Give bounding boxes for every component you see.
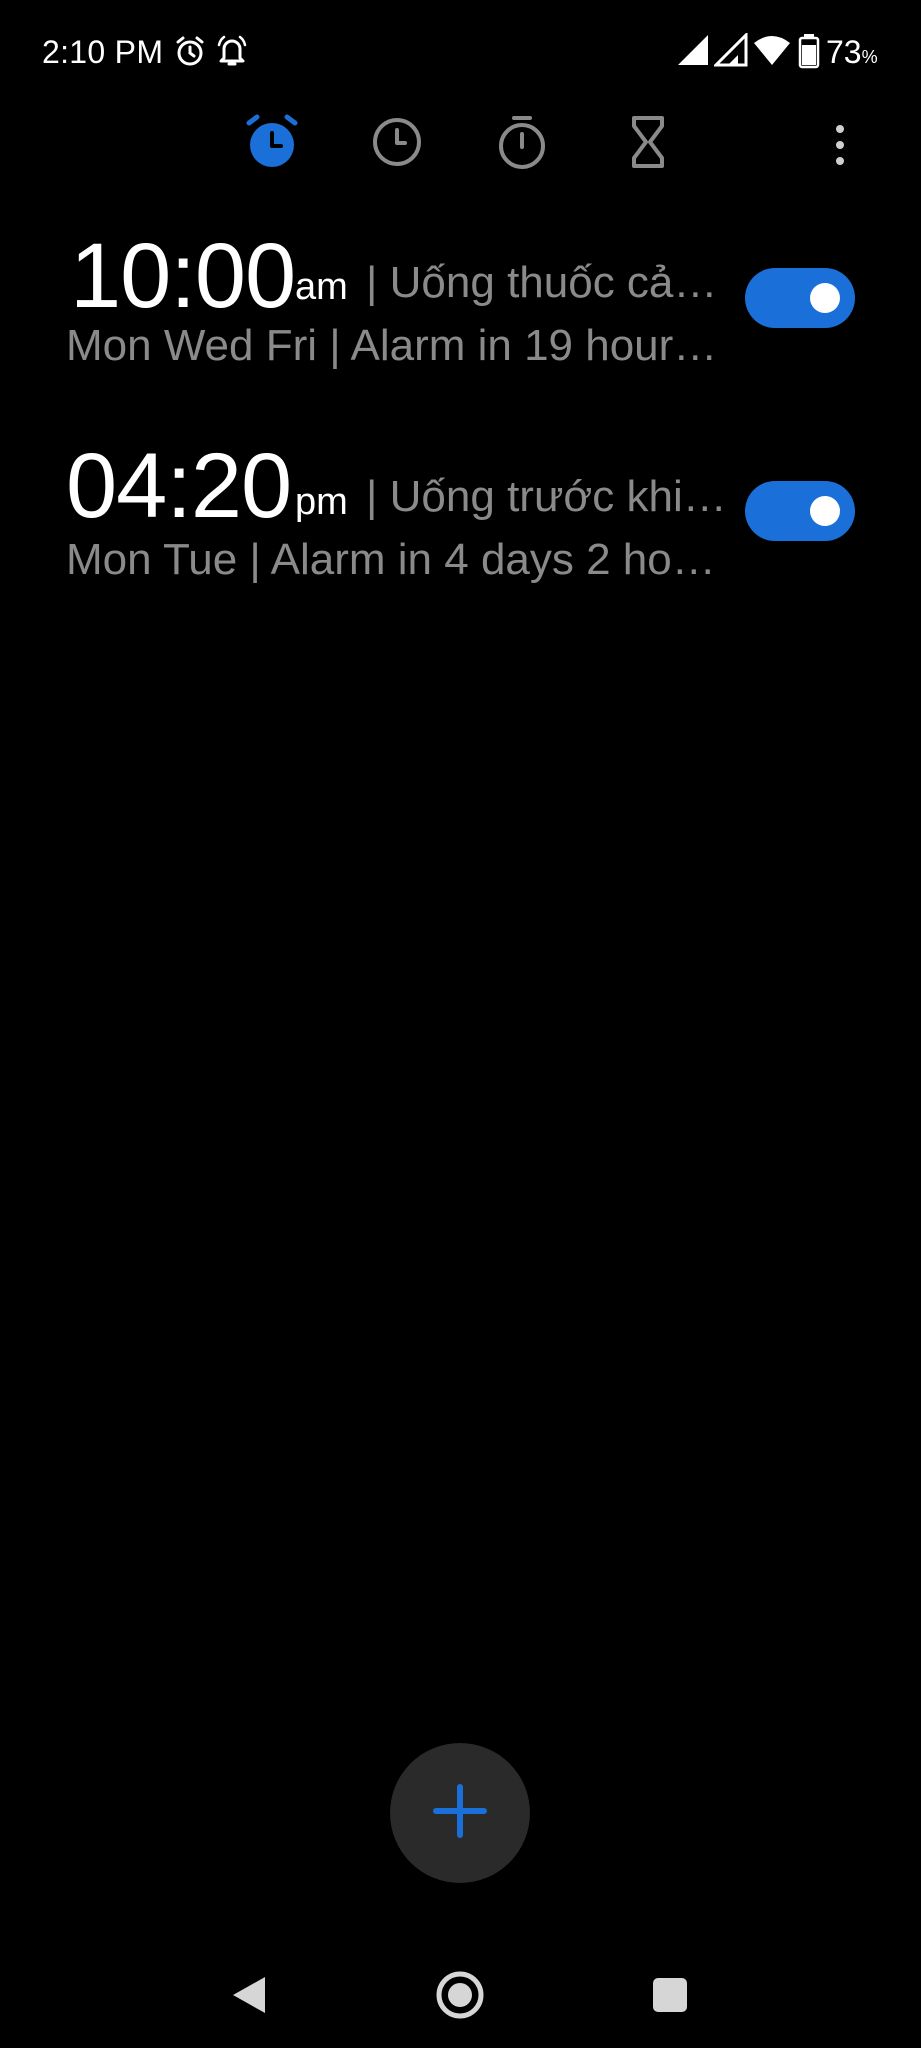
alarm-clock-icon [243,113,301,176]
battery-icon [798,33,822,69]
home-icon [434,1969,486,2026]
alarm-item[interactable]: 10:00 am | Uống thuốc cả… Mon Wed Fri | … [0,210,921,410]
alarm-label: | Uống thuốc cả… [366,258,718,307]
alarm-item[interactable]: 04:20 pm | Uống trước khi… Mon Tue | Ala… [0,425,921,625]
tab-timer[interactable] [616,112,680,176]
alarm-time: 04:20 [66,435,292,537]
hourglass-icon [626,114,670,175]
alarm-label: | Uống trước khi… [366,472,727,521]
nav-recents-button[interactable] [635,1962,705,2032]
alarm-schedule: Mon Tue | Alarm in 4 days 2 ho… [66,535,716,584]
plus-icon [432,1783,488,1844]
tab-clock[interactable] [365,112,429,176]
tab-stopwatch[interactable] [490,112,554,176]
alarm-ampm: pm [295,481,348,523]
bell-icon [214,33,250,69]
nav-back-button[interactable] [214,1962,284,2032]
toggle-knob [810,283,840,313]
alarm-time: 10:00 [70,225,296,327]
alarm-icon [172,33,208,69]
nav-home-button[interactable] [425,1962,495,2032]
alarm-toggle[interactable] [745,481,855,541]
more-options-button[interactable] [820,115,860,175]
clock-icon [371,116,423,173]
status-time: 2:10 PM [42,34,164,70]
alarm-ampm: am [295,266,348,308]
recents-icon [650,1975,690,2020]
alarm-schedule: Mon Wed Fri | Alarm in 19 hour… [66,321,718,370]
tab-alarm[interactable] [240,112,304,176]
status-bar: 2:10 PM 73% [0,0,921,105]
toggle-knob [810,496,840,526]
battery-percent: 73% [826,34,878,70]
back-icon [229,1973,269,2022]
add-alarm-button[interactable] [390,1743,530,1883]
signal-icon-2 [712,31,750,69]
alarm-toggle[interactable] [745,268,855,328]
stopwatch-icon [496,114,548,175]
wifi-icon [752,33,792,69]
signal-icon [676,33,712,69]
